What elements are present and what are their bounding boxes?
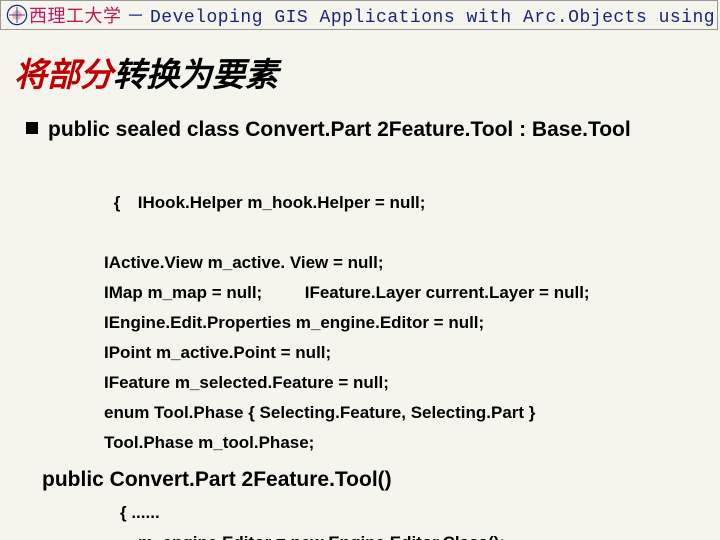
class-declaration: public sealed class Convert.Part 2Featur… — [48, 116, 631, 144]
code-line-4: IEngine.Edit.Properties m_engine.Editor … — [104, 308, 696, 338]
header-dash: － — [122, 6, 151, 26]
code-line-8: Tool.Phase m_tool.Phase; — [104, 428, 696, 458]
slide-content: public sealed class Convert.Part 2Featur… — [26, 116, 696, 540]
class-body: {IHook.Helper m_hook.Helper = null; IAct… — [76, 158, 696, 458]
code-line-7: enum Tool.Phase { Selecting.Feature, Sel… — [104, 398, 696, 428]
slide-header: 西理工大学 － Developing GIS Applications with… — [0, 0, 718, 30]
code-line-6: IFeature m_selected.Feature = null; — [104, 368, 696, 398]
open-brace-line: {IHook.Helper m_hook.Helper = null; — [76, 158, 696, 248]
ctor-open: { ...... — [120, 498, 696, 528]
university-logo-icon — [5, 4, 29, 26]
slide: 西理工大学 － Developing GIS Applications with… — [0, 0, 720, 540]
bullet-item: public sealed class Convert.Part 2Featur… — [26, 116, 696, 144]
university-name: 西理工大学 — [29, 6, 122, 26]
title-black: 转换为要素 — [113, 56, 278, 93]
title-red: 将部分 — [14, 56, 113, 93]
constructor-body: { ...... m_engine.Editor = new Engine.Ed… — [120, 498, 696, 540]
course-title: Developing GIS Applications with Arc.Obj… — [150, 8, 720, 28]
constructor-declaration: public Convert.Part 2Feature.Tool() — [42, 468, 696, 492]
code-line-2: IActive.View m_active. View = null; — [104, 248, 696, 278]
header-text: 西理工大学 － Developing GIS Applications with… — [29, 2, 720, 28]
code-line-3: IMap m_map = null; IFeature.Layer curren… — [104, 278, 696, 308]
slide-title: 将部分转换为要素 — [14, 48, 278, 96]
open-brace: { — [114, 188, 138, 218]
code-line-5: IPoint m_active.Point = null; — [104, 338, 696, 368]
ctor-body-line: m_engine.Editor = new Engine.Editor.Clas… — [138, 528, 696, 540]
code-line-1: IHook.Helper m_hook.Helper = null; — [138, 193, 426, 212]
